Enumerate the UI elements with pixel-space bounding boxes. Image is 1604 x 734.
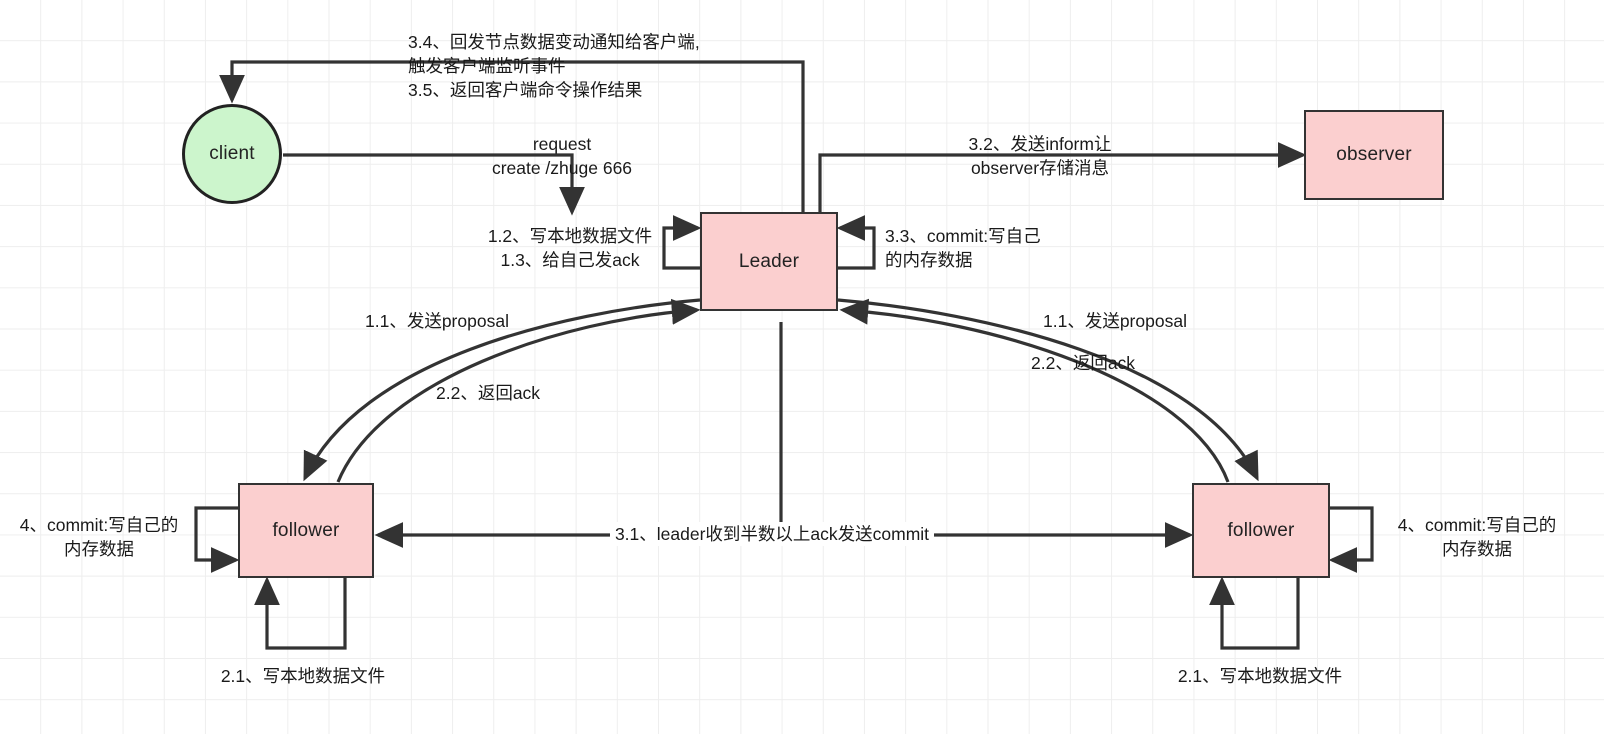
node-follower-right-label: follower: [1227, 519, 1295, 541]
edge-label-proposal-right: 1.1、发送proposal: [1043, 311, 1187, 331]
edge-label-proposal-left: 1.1、发送proposal: [365, 311, 509, 331]
edge-label-commit-right: 4、commit:写自己的 内存数据: [1397, 515, 1557, 559]
node-leader[interactable]: Leader: [700, 212, 838, 311]
node-observer-label: observer: [1336, 144, 1412, 165]
edge-label-follower-local-write-left: 2.1、写本地数据文件: [220, 666, 386, 686]
diagram-canvas: client Leader observer follower follower…: [0, 0, 1604, 734]
edge-label-send-commit: 3.1、leader收到半数以上ack发送commit: [610, 522, 934, 546]
node-observer[interactable]: observer: [1304, 110, 1444, 200]
edge-label-request: request create /zhuge 666: [491, 134, 633, 178]
edge-label-commit-left: 4、commit:写自己的 内存数据: [19, 515, 179, 559]
edge-label-inform-observer: 3.2、发送inform让 observer存储消息: [968, 134, 1112, 178]
edge-label-ack-right: 2.2、返回ack: [1031, 353, 1136, 373]
edge-label-ack-left: 2.2、返回ack: [436, 383, 541, 403]
node-leader-label: Leader: [738, 250, 800, 272]
edge-label-follower-local-write-right: 2.1、写本地数据文件: [1177, 666, 1343, 686]
node-follower-left[interactable]: follower: [238, 483, 374, 578]
node-follower-right[interactable]: follower: [1192, 483, 1330, 578]
edge-label-leader-commit: 3.3、commit:写自己 的内存数据: [885, 226, 1041, 270]
node-client-label: client: [209, 143, 255, 164]
edge-label-leader-local-write: 1.2、写本地数据文件 1.3、给自己发ack: [487, 226, 653, 270]
node-client[interactable]: client: [182, 104, 282, 204]
edge-label-notify-client: 3.4、回发节点数据变动通知给客户端, 触发客户端监听事件 3.5、返回客户端命…: [408, 32, 700, 100]
node-follower-left-label: follower: [272, 519, 340, 541]
